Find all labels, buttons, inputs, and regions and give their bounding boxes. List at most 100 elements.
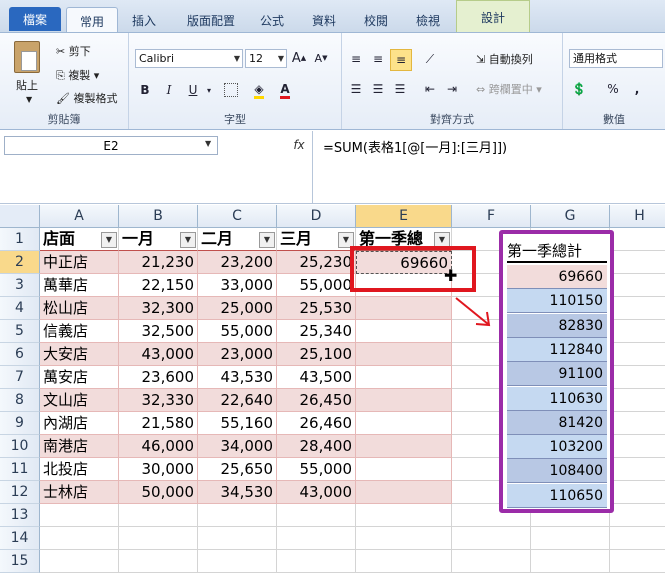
- result-cell[interactable]: 112840: [507, 337, 607, 362]
- empty-cell[interactable]: [610, 366, 665, 389]
- empty-cell[interactable]: [610, 251, 665, 274]
- table-cell[interactable]: 43,530: [198, 366, 277, 389]
- increase-indent-icon[interactable]: ⇥: [442, 79, 462, 99]
- result-cell[interactable]: 91100: [507, 362, 607, 387]
- tab-home[interactable]: 常用: [66, 7, 118, 34]
- empty-cell[interactable]: [610, 274, 665, 297]
- table-cell[interactable]: 34,530: [198, 481, 277, 504]
- table-cell[interactable]: 55,000: [198, 320, 277, 343]
- table-cell[interactable]: 32,300: [119, 297, 198, 320]
- column-header-e[interactable]: E: [356, 205, 452, 228]
- fill-color-icon[interactable]: ◈: [249, 80, 269, 100]
- empty-cell[interactable]: [40, 504, 119, 527]
- underline-dropdown-icon[interactable]: ▾: [199, 80, 219, 100]
- name-box-dropdown-icon[interactable]: ▼: [205, 139, 211, 148]
- tab-formulas[interactable]: 公式: [250, 8, 294, 32]
- wrap-text-button[interactable]: ⇲ 自動換列: [476, 51, 533, 67]
- table-cell[interactable]: [356, 435, 452, 458]
- table-cell[interactable]: [356, 389, 452, 412]
- paste-button[interactable]: 貼上: [16, 77, 38, 93]
- table-cell[interactable]: 28,400: [277, 435, 356, 458]
- empty-cell[interactable]: [452, 550, 531, 573]
- format-painter-button[interactable]: 🖌 複製格式: [56, 90, 117, 106]
- align-bottom-icon[interactable]: ≡: [390, 49, 412, 71]
- table-cell[interactable]: 22,640: [198, 389, 277, 412]
- table-cell[interactable]: [356, 343, 452, 366]
- filter-dropdown-icon[interactable]: ▼: [180, 232, 196, 248]
- empty-cell[interactable]: [610, 389, 665, 412]
- empty-cell[interactable]: [198, 550, 277, 573]
- table-cell[interactable]: 25,530: [277, 297, 356, 320]
- orientation-icon[interactable]: ⟋: [420, 49, 440, 69]
- copy-button[interactable]: ⎘ 複製 ▾: [56, 67, 99, 83]
- empty-cell[interactable]: [610, 297, 665, 320]
- result-cell[interactable]: 82830: [507, 313, 607, 338]
- empty-cell[interactable]: [610, 343, 665, 366]
- row-header-12[interactable]: 12: [0, 481, 40, 504]
- header-cell-jan[interactable]: 一月 ▼: [119, 228, 198, 251]
- result-cell[interactable]: 110150: [507, 289, 607, 314]
- row-header-5[interactable]: 5: [0, 320, 40, 343]
- empty-cell[interactable]: [40, 550, 119, 573]
- header-cell-mar[interactable]: 三月 ▼: [277, 228, 356, 251]
- formula-input[interactable]: =SUM(表格1[@[一月]:[三月]]): [312, 131, 665, 204]
- table-cell[interactable]: 松山店: [40, 297, 119, 320]
- table-cell[interactable]: 內湖店: [40, 412, 119, 435]
- font-size-select[interactable]: 12 ▼: [245, 49, 287, 68]
- table-cell[interactable]: 大安店: [40, 343, 119, 366]
- bold-button[interactable]: B: [135, 80, 155, 100]
- table-cell[interactable]: 25,000: [198, 297, 277, 320]
- grow-font-button[interactable]: A ▲: [289, 48, 309, 68]
- table-cell[interactable]: 26,460: [277, 412, 356, 435]
- table-cell[interactable]: 23,600: [119, 366, 198, 389]
- empty-cell[interactable]: [610, 412, 665, 435]
- font-name-select[interactable]: Calibri ▼: [135, 49, 243, 68]
- tab-file[interactable]: 檔案: [9, 7, 61, 31]
- row-header-11[interactable]: 11: [0, 458, 40, 481]
- table-cell[interactable]: 33,000: [198, 274, 277, 297]
- percent-button[interactable]: %: [603, 79, 623, 99]
- table-cell[interactable]: 55,000: [277, 458, 356, 481]
- name-box[interactable]: E2: [4, 136, 218, 155]
- empty-cell[interactable]: [610, 481, 665, 504]
- tab-insert[interactable]: 插入: [120, 8, 168, 32]
- column-header-a[interactable]: A: [40, 205, 119, 228]
- align-center-icon[interactable]: ☰: [368, 79, 388, 99]
- align-left-icon[interactable]: ☰: [346, 79, 366, 99]
- table-cell[interactable]: [356, 458, 452, 481]
- empty-cell[interactable]: [198, 527, 277, 550]
- row-header-4[interactable]: 4: [0, 297, 40, 320]
- align-middle-icon[interactable]: ≡: [368, 49, 388, 69]
- table-cell[interactable]: 25,100: [277, 343, 356, 366]
- row-header-7[interactable]: 7: [0, 366, 40, 389]
- row-header-8[interactable]: 8: [0, 389, 40, 412]
- table-cell[interactable]: 22,150: [119, 274, 198, 297]
- table-cell[interactable]: 信義店: [40, 320, 119, 343]
- table-cell[interactable]: 25,230: [277, 251, 356, 274]
- empty-cell[interactable]: [531, 550, 610, 573]
- table-cell[interactable]: 32,330: [119, 389, 198, 412]
- number-format-select[interactable]: 通用格式: [569, 49, 663, 68]
- empty-cell[interactable]: [277, 504, 356, 527]
- empty-cell[interactable]: [277, 550, 356, 573]
- empty-cell[interactable]: [277, 527, 356, 550]
- table-cell[interactable]: 士林店: [40, 481, 119, 504]
- empty-cell[interactable]: [452, 527, 531, 550]
- tab-review[interactable]: 校閱: [354, 8, 398, 32]
- tab-page-layout[interactable]: 版面配置: [176, 8, 246, 32]
- empty-cell[interactable]: [356, 527, 452, 550]
- table-cell[interactable]: 萬安店: [40, 366, 119, 389]
- table-cell[interactable]: 23,200: [198, 251, 277, 274]
- row-header-6[interactable]: 6: [0, 343, 40, 366]
- border-button[interactable]: [221, 80, 241, 100]
- comma-button[interactable]: ,: [627, 79, 647, 99]
- row-header-13[interactable]: 13: [0, 504, 40, 527]
- select-all-corner[interactable]: [0, 205, 40, 228]
- empty-cell[interactable]: [356, 504, 452, 527]
- table-cell[interactable]: 32,500: [119, 320, 198, 343]
- column-header-b[interactable]: B: [119, 205, 198, 228]
- table-cell[interactable]: 43,000: [119, 343, 198, 366]
- table-cell[interactable]: 50,000: [119, 481, 198, 504]
- tab-design[interactable]: 設計: [456, 0, 530, 34]
- table-cell[interactable]: 46,000: [119, 435, 198, 458]
